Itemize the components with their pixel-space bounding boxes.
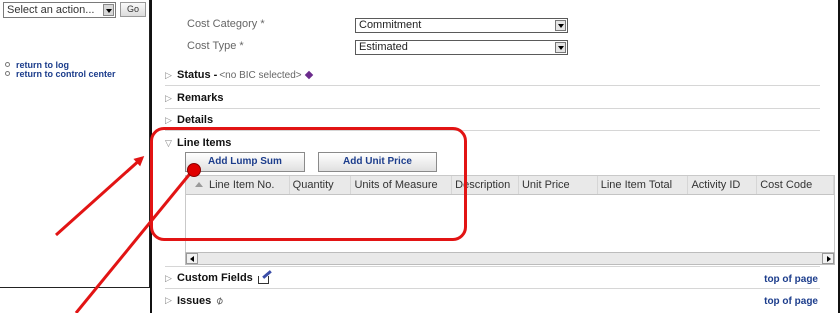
cost-category-label: Cost Category *: [187, 18, 265, 30]
section-divider: [165, 288, 820, 289]
diamond-icon[interactable]: [304, 70, 313, 80]
column-label: Activity ID: [691, 179, 741, 191]
cost-type-label: Cost Type *: [187, 40, 244, 52]
cost-type-select[interactable]: Estimated: [355, 40, 568, 55]
chevron-right-icon: ▷: [165, 114, 172, 125]
chevron-down-icon: [555, 42, 566, 53]
section-divider: [165, 85, 820, 86]
custom-fields-section-header[interactable]: ▷ Custom Fields: [165, 272, 271, 284]
chevron-right-icon: ▷: [165, 295, 172, 305]
scroll-left-icon[interactable]: [186, 253, 198, 264]
section-divider: [165, 266, 820, 267]
column-activity-id[interactable]: Activity ID: [688, 176, 758, 194]
left-panel-frame: [0, 0, 150, 288]
status-section-label: Status -: [177, 69, 218, 81]
go-button[interactable]: Go: [120, 2, 146, 17]
return-to-control-center-link[interactable]: return to control center: [3, 68, 116, 79]
cost-category-select[interactable]: Commitment: [355, 18, 568, 33]
cost-type-value: Estimated: [359, 41, 408, 53]
column-label: Unit Price: [521, 179, 570, 191]
column-label: Line Item Total: [600, 179, 673, 191]
top-of-page-link[interactable]: top of page: [764, 296, 818, 307]
section-divider: [165, 108, 820, 109]
column-line-item-total[interactable]: Line Item Total: [598, 176, 689, 194]
edit-icon[interactable]: [257, 273, 271, 284]
cost-category-value: Commitment: [359, 19, 422, 31]
chevron-down-icon: [555, 20, 566, 31]
status-bic-note: <no BIC selected>: [219, 69, 302, 81]
custom-fields-section-label: Custom Fields: [177, 272, 253, 284]
remarks-section-header[interactable]: ▷ Remarks: [165, 92, 223, 104]
bullet-icon: [5, 62, 10, 67]
action-select[interactable]: Select an action...: [3, 2, 116, 18]
bullet-icon: [5, 71, 10, 76]
chevron-right-icon: ▷: [165, 272, 172, 283]
annotation-highlight-box: [150, 127, 467, 241]
column-label: Cost Code: [760, 179, 813, 191]
sidebar-links: return to log return to control center: [3, 60, 116, 79]
column-unit-price[interactable]: Unit Price: [519, 176, 598, 194]
details-section-label: Details: [177, 114, 214, 126]
chevron-down-icon: [103, 4, 114, 16]
column-cost-code[interactable]: Cost Code: [757, 176, 834, 194]
scroll-right-icon[interactable]: [822, 253, 834, 264]
return-to-control-center-label: return to control center: [16, 68, 116, 79]
issues-section-label: Issues: [177, 294, 212, 307]
chevron-right-icon: ▷: [165, 69, 172, 80]
horizontal-scrollbar[interactable]: [185, 252, 835, 265]
chevron-right-icon: ▷: [165, 92, 172, 103]
remarks-section-label: Remarks: [177, 92, 224, 104]
details-section-header[interactable]: ▷ Details: [165, 114, 213, 126]
issues-section-header[interactable]: ▷ Issues ⌀: [165, 294, 226, 308]
status-section-header[interactable]: ▷ Status - <no BIC selected>: [165, 69, 313, 81]
annotation-click-dot: [187, 163, 201, 177]
action-select-value: Select an action...: [7, 4, 95, 16]
top-of-page-link[interactable]: top of page: [764, 274, 818, 285]
